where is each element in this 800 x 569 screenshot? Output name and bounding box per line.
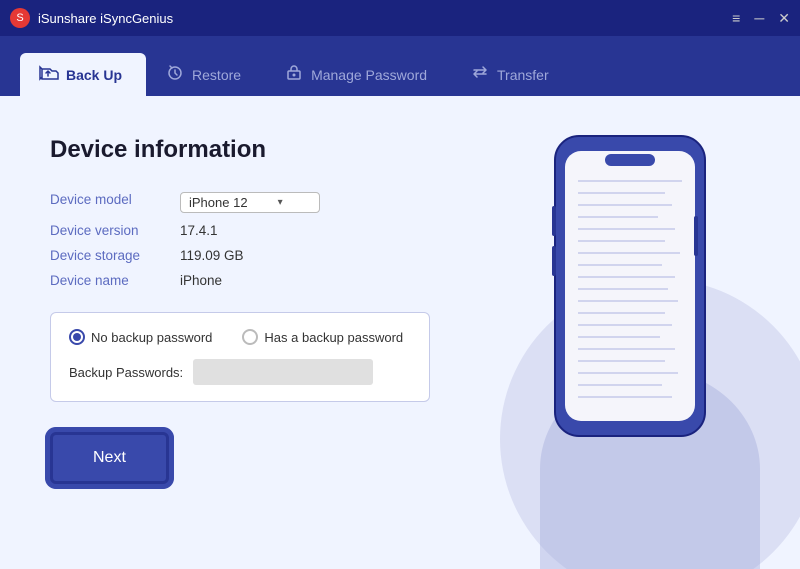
restore-icon: [164, 63, 186, 86]
tab-restore-label: Restore: [192, 67, 241, 83]
close-icon[interactable]: ✕: [778, 10, 790, 27]
phone-illustration: [510, 126, 740, 461]
main-content: Device information Device model iPhone 1…: [0, 96, 800, 569]
tab-restore[interactable]: Restore: [146, 53, 265, 96]
no-backup-password-label: No backup password: [91, 330, 212, 345]
has-backup-password-option[interactable]: Has a backup password: [242, 329, 403, 345]
device-model-dropdown[interactable]: iPhone 12 ▾: [180, 192, 320, 213]
minimize-icon[interactable]: ─: [754, 10, 764, 26]
device-storage-label: Device storage: [50, 248, 180, 263]
has-backup-password-label: Has a backup password: [264, 330, 403, 345]
app-title: iSunshare iSyncGenius: [38, 11, 173, 26]
next-button[interactable]: Next: [50, 432, 169, 484]
device-model-label: Device model: [50, 192, 180, 213]
password-box: No backup password Has a backup password…: [50, 312, 430, 402]
backup-password-row: Backup Passwords:: [69, 359, 411, 385]
nav-bar: Back Up Restore Manage Password: [0, 36, 800, 96]
backup-icon: [38, 63, 60, 86]
title-bar: S iSunshare iSyncGenius ≡ ─ ✕: [0, 0, 800, 36]
no-backup-password-radio[interactable]: [69, 329, 85, 345]
app-icon: S: [10, 8, 30, 28]
window-controls[interactable]: ≡ ─ ✕: [732, 10, 790, 27]
device-name-value: iPhone: [180, 273, 400, 288]
title-bar-left: S iSunshare iSyncGenius: [10, 8, 173, 28]
chevron-down-icon: ▾: [278, 197, 283, 208]
tab-manage-password[interactable]: Manage Password: [265, 53, 451, 96]
tab-transfer[interactable]: Transfer: [451, 53, 573, 96]
tab-transfer-label: Transfer: [497, 67, 549, 83]
tab-backup[interactable]: Back Up: [20, 53, 146, 96]
transfer-icon: [469, 63, 491, 86]
backup-password-field-label: Backup Passwords:: [69, 365, 183, 380]
device-version-label: Device version: [50, 223, 180, 238]
tab-manage-password-label: Manage Password: [311, 67, 427, 83]
device-storage-value: 119.09 GB: [180, 248, 400, 263]
no-backup-password-option[interactable]: No backup password: [69, 329, 212, 345]
backup-password-input[interactable]: [193, 359, 373, 385]
manage-password-icon: [283, 63, 305, 86]
device-model-value: iPhone 12: [189, 195, 248, 210]
has-backup-password-radio[interactable]: [242, 329, 258, 345]
menu-icon[interactable]: ≡: [732, 10, 740, 26]
tab-backup-label: Back Up: [66, 67, 122, 83]
device-name-label: Device name: [50, 273, 180, 288]
device-version-value: 17.4.1: [180, 223, 400, 238]
password-radio-row: No backup password Has a backup password: [69, 329, 411, 345]
